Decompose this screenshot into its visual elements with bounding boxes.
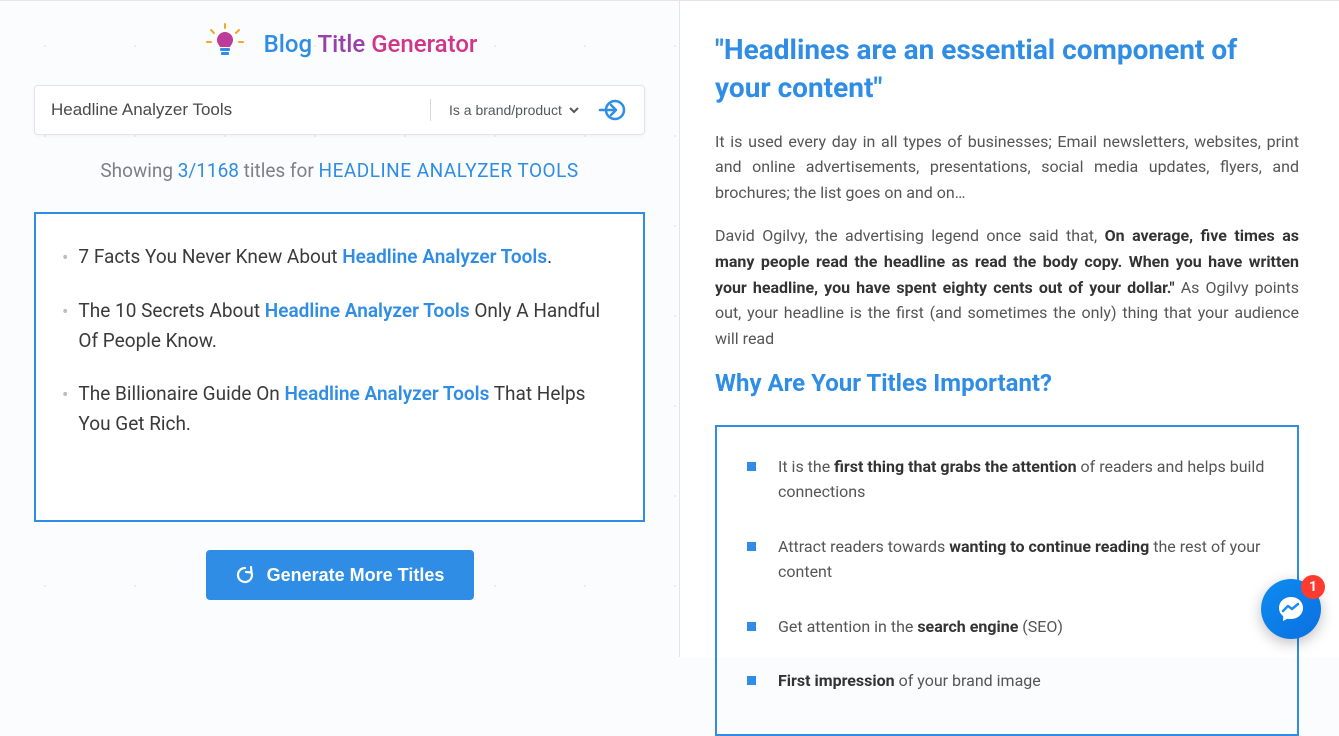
result-text: 7 Facts You Never Knew About Headline An… <box>78 242 552 272</box>
square-bullet-icon <box>747 542 756 551</box>
messenger-icon <box>1275 593 1307 625</box>
paragraph: David Ogilvy, the advertising legend onc… <box>715 223 1299 351</box>
paragraph: It is used every day in all types of bus… <box>715 129 1299 206</box>
submit-icon[interactable] <box>592 96 632 124</box>
keyword-input[interactable] <box>47 100 424 120</box>
result-text: The 10 Secrets About Headline Analyzer T… <box>78 296 617 355</box>
result-highlight: Headline Analyzer Tools <box>284 382 489 405</box>
showing-term: HEADLINE ANALYZER TOOLS <box>319 159 579 182</box>
messenger-button[interactable]: 1 <box>1261 579 1321 639</box>
bullet-icon: • <box>62 243 68 272</box>
app-header: Blog Title Generator <box>34 21 645 67</box>
square-bullet-icon <box>747 622 756 631</box>
section-heading: Why Are Your Titles Important? <box>715 369 1299 397</box>
result-highlight: Headline Analyzer Tools <box>265 299 470 322</box>
bullet-icon: • <box>62 297 68 355</box>
list-item: First impression of your brand image <box>747 669 1267 694</box>
square-bullet-icon <box>747 676 756 685</box>
bullet-icon: • <box>62 380 68 438</box>
generate-more-button[interactable]: Generate More Titles <box>206 550 474 600</box>
showing-count: 3/1168 <box>178 159 239 182</box>
divider <box>430 99 431 121</box>
article-panel: "Headlines are an essential component of… <box>680 1 1339 657</box>
refresh-icon <box>235 565 255 585</box>
result-item: • 7 Facts You Never Knew About Headline … <box>62 242 617 272</box>
showing-mid: titles for <box>239 159 319 182</box>
square-bullet-icon <box>747 462 756 471</box>
result-item: • The 10 Secrets About Headline Analyzer… <box>62 296 617 355</box>
generator-panel: Blog Title Generator Is a brand/product … <box>0 1 680 657</box>
info-box: It is the first thing that grabs the att… <box>715 425 1299 736</box>
generate-button-label: Generate More Titles <box>267 565 445 586</box>
list-item: It is the first thing that grabs the att… <box>747 455 1267 505</box>
quote-heading: "Headlines are an essential component of… <box>715 31 1299 107</box>
result-item: • The Billionaire Guide On Headline Anal… <box>62 379 617 438</box>
results-box: • 7 Facts You Never Knew About Headline … <box>34 212 645 522</box>
showing-prefix: Showing <box>100 159 177 182</box>
title-word-title: Title <box>318 30 366 58</box>
title-word-generator: Generator <box>371 30 477 58</box>
type-select[interactable]: Is a brand/product <box>445 101 582 119</box>
app-title: Blog Title Generator <box>264 30 478 58</box>
list-item: Get attention in the search engine (SEO) <box>747 615 1267 640</box>
notification-badge: 1 <box>1301 575 1325 599</box>
list-item: Attract readers towards wanting to conti… <box>747 535 1267 585</box>
result-highlight: Headline Analyzer Tools <box>342 245 547 268</box>
keyword-form: Is a brand/product <box>34 85 645 135</box>
showing-summary: Showing 3/1168 titles for HEADLINE ANALY… <box>34 159 645 182</box>
lightbulb-icon <box>202 21 248 67</box>
title-word-blog: Blog <box>264 30 313 58</box>
result-text: The Billionaire Guide On Headline Analyz… <box>78 379 617 438</box>
